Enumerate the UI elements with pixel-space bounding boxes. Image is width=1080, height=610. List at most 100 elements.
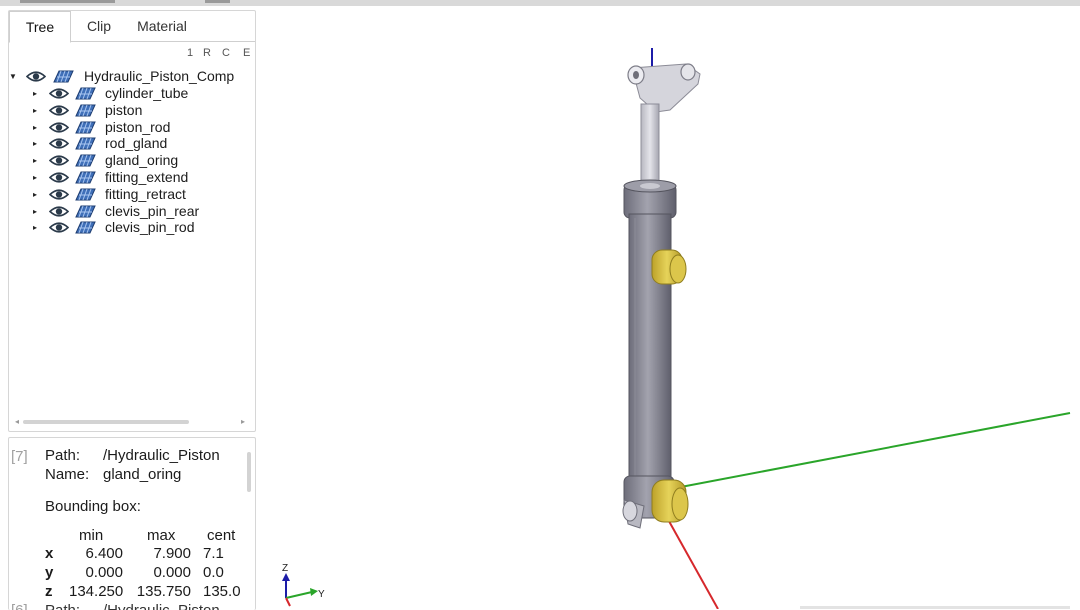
rod-clevis[interactable]: [627, 63, 701, 113]
tree-label: rod_gland: [105, 135, 168, 152]
column-header-1[interactable]: 1: [187, 47, 193, 59]
fitting-extend[interactable]: [651, 249, 687, 285]
path-label: Path:: [45, 447, 81, 464]
shape-icon[interactable]: [74, 103, 96, 118]
bbox-axis: x: [45, 545, 54, 562]
info-panel: [7] Path: /Hydraulic_Piston Name: gland_…: [8, 437, 256, 610]
tree-label: cylinder_tube: [105, 85, 189, 101]
expand-arrow-icon[interactable]: ▸: [30, 219, 40, 236]
expand-arrow-icon[interactable]: ▸: [30, 85, 40, 102]
rod-gland[interactable]: [623, 179, 677, 219]
eye-icon[interactable]: [49, 137, 69, 150]
tree-row[interactable]: ▸ rod_gland: [9, 135, 255, 152]
tree-row[interactable]: ▸ gland_oring: [9, 152, 255, 169]
left-sidebar: Tree Clip Material 1 R C E ▼ Hydraulic_P…: [8, 10, 256, 610]
eye-icon[interactable]: [49, 221, 69, 234]
collapse-arrow-icon[interactable]: ▼: [8, 68, 18, 85]
shape-icon[interactable]: [74, 86, 96, 101]
expand-arrow-icon[interactable]: ▸: [30, 102, 40, 119]
info-index: [7]: [11, 448, 28, 465]
shape-icon[interactable]: [52, 69, 74, 84]
column-header-e[interactable]: E: [243, 47, 250, 59]
bounding-box-title: Bounding box:: [45, 498, 141, 515]
scroll-right-icon[interactable]: ▸: [241, 417, 245, 426]
fitting-retract[interactable]: [651, 479, 689, 523]
tree-panel: Tree Clip Material 1 R C E ▼ Hydraulic_P…: [8, 10, 256, 432]
eye-icon[interactable]: [49, 154, 69, 167]
shape-icon[interactable]: [74, 187, 96, 202]
scene-canvas[interactable]: Z Y: [260, 6, 1080, 609]
expand-arrow-icon[interactable]: ▸: [30, 152, 40, 169]
tree-label: clevis_pin_rod: [105, 219, 195, 236]
scroll-left-icon[interactable]: ◂: [15, 417, 19, 426]
shape-icon[interactable]: [74, 220, 96, 235]
tree-row[interactable]: ▸ clevis_pin_rod: [9, 219, 255, 236]
column-header-r[interactable]: R: [203, 47, 211, 59]
eye-icon[interactable]: [49, 104, 69, 117]
tree-row[interactable]: ▸ piston_rod: [9, 119, 255, 136]
tree-label: fitting_extend: [105, 169, 189, 185]
tree-row[interactable]: ▸ fitting_extend: [9, 169, 255, 186]
tree-label: piston_rod: [105, 118, 171, 135]
bbox-max: 0.000: [153, 564, 191, 581]
bbox-max: 135.750: [136, 583, 191, 600]
top-bar-segment: [205, 0, 230, 3]
y-axis-line: [664, 412, 1071, 491]
bbox-center: 0.0: [203, 564, 224, 581]
expand-arrow-icon[interactable]: ▸: [30, 203, 40, 220]
x-axis-line: [664, 513, 719, 609]
tree-row[interactable]: ▸ fitting_retract: [9, 186, 255, 203]
expand-arrow-icon[interactable]: ▸: [30, 135, 40, 152]
eye-icon[interactable]: [49, 121, 69, 134]
gizmo-z-label: Z: [282, 563, 288, 574]
name-label: Name:: [45, 466, 90, 483]
bbox-min: 134.250: [69, 583, 124, 600]
top-bar-segment: [20, 0, 115, 3]
shape-icon[interactable]: [74, 204, 96, 219]
eye-icon[interactable]: [49, 205, 69, 218]
shape-icon[interactable]: [74, 170, 96, 185]
tree-row[interactable]: ▸ clevis_pin_rear: [9, 203, 255, 220]
eye-icon[interactable]: [49, 171, 69, 184]
shape-icon[interactable]: [74, 120, 96, 135]
bbox-header-min: min: [79, 527, 104, 544]
orientation-gizmo: Z Y: [282, 563, 325, 607]
info-vertical-scrollbar[interactable]: [247, 452, 251, 492]
tab-clip[interactable]: Clip: [71, 11, 127, 40]
name-value: gland_oring: [103, 466, 182, 483]
bbox-max: 7.900: [153, 545, 191, 562]
eye-icon[interactable]: [49, 87, 69, 100]
bbox-header-max: max: [147, 527, 176, 544]
bbox-axis: y: [45, 564, 54, 581]
eye-icon[interactable]: [26, 70, 46, 83]
bbox-center: 7.1: [203, 545, 224, 562]
bbox-min: 6.400: [85, 545, 123, 562]
bbox-axis: z: [45, 583, 53, 600]
bbox-center: 135.0: [203, 583, 241, 600]
tree-row[interactable]: ▸ cylinder_tube: [9, 85, 255, 102]
tree-label: Hydraulic_Piston_Comp: [84, 68, 235, 84]
tree-row-root[interactable]: ▼ Hydraulic_Piston_Comp: [9, 68, 255, 85]
3d-viewport[interactable]: Z Y: [260, 6, 1080, 609]
tree-label: piston: [105, 101, 143, 118]
expand-arrow-icon[interactable]: ▸: [30, 169, 40, 186]
tree-label: clevis_pin_rear: [105, 202, 200, 219]
expand-arrow-icon[interactable]: ▸: [30, 186, 40, 203]
shape-icon[interactable]: [74, 153, 96, 168]
scrollbar-thumb[interactable]: [23, 420, 189, 424]
expand-arrow-icon[interactable]: ▸: [30, 119, 40, 136]
path-value: /Hydraulic_Piston: [103, 447, 220, 464]
sidebar-tabs: Tree Clip Material: [9, 11, 255, 43]
bbox-header-center: cent: [207, 527, 236, 544]
tree-label: fitting_retract: [105, 185, 186, 202]
bbox-min: 0.000: [85, 564, 123, 581]
eye-icon[interactable]: [49, 188, 69, 201]
column-header-c[interactable]: C: [222, 47, 230, 59]
tree-label: gland_oring: [105, 152, 179, 169]
tab-tree[interactable]: Tree: [9, 11, 71, 43]
tab-material[interactable]: Material: [131, 11, 193, 40]
tree-horizontal-scrollbar[interactable]: ◂ ▸: [15, 417, 249, 427]
tree-row[interactable]: ▸ piston: [9, 102, 255, 119]
gizmo-y-label: Y: [318, 589, 325, 600]
shape-icon[interactable]: [74, 136, 96, 151]
